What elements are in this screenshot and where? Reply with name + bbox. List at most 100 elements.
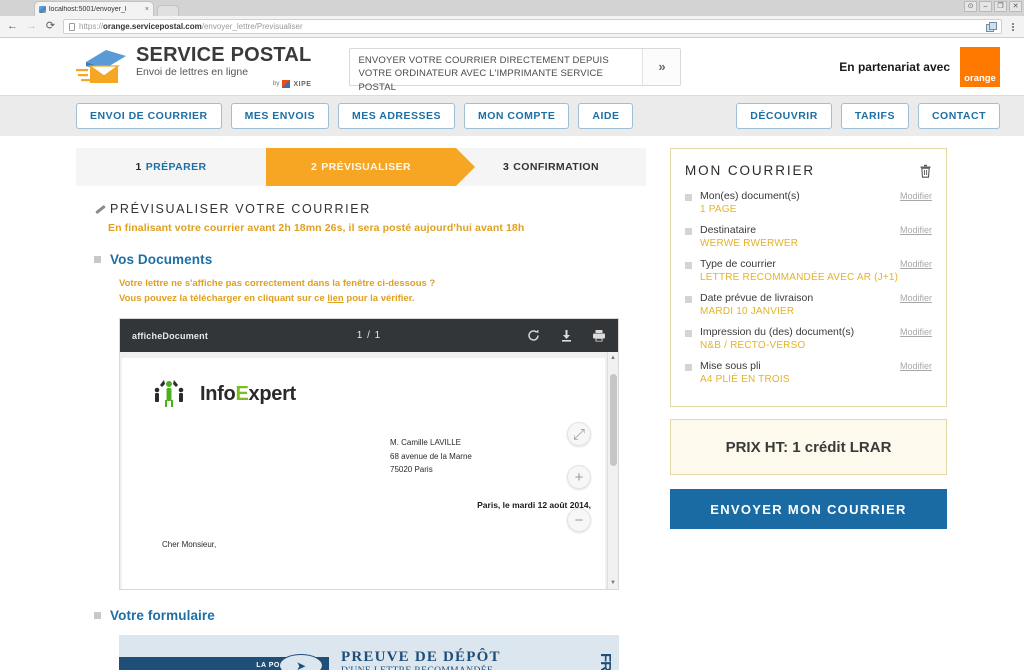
back-icon[interactable]: ← bbox=[6, 20, 19, 33]
secondary-navigation: DÉCOUVRIR TARIFS CONTACT bbox=[727, 103, 1000, 129]
item-value: WERWE RWERWER bbox=[700, 238, 799, 249]
summary-item-mise-sous-pli: Mise sous pli Modifier A4 PLIÉ EN TROIS bbox=[685, 360, 932, 385]
zoom-in-button[interactable]: + bbox=[567, 465, 591, 490]
page-title: PRÉVISUALISER VOTRE COURRIER bbox=[110, 202, 371, 216]
promo-next-icon[interactable]: » bbox=[642, 48, 681, 85]
main-navigation: ENVOI DE COURRIER MES ENVOIS MES ADRESSE… bbox=[0, 95, 1024, 136]
modify-date-livraison-link[interactable]: Modifier bbox=[900, 293, 932, 303]
profile-icon[interactable]: ⊙ bbox=[964, 1, 977, 12]
nav-envoi-de-courrier[interactable]: ENVOI DE COURRIER bbox=[76, 103, 222, 129]
documents-section-title: Vos Documents bbox=[110, 252, 213, 267]
promo-banner[interactable]: ENVOYER VOTRE COURRIER DIRECTEMENT DEPUI… bbox=[349, 47, 682, 93]
summary-item-destinataire: Destinataire Modifier WERWE RWERWER bbox=[685, 224, 932, 249]
site-logo[interactable]: SERVICE POSTAL Envoi de lettres en ligne… bbox=[76, 45, 311, 89]
logo-text: SERVICE POSTAL Envoi de lettres en ligne… bbox=[136, 45, 311, 89]
step-1-label: PRÉPARER bbox=[145, 161, 207, 173]
nav-mes-envois[interactable]: MES ENVOIS bbox=[230, 103, 329, 129]
scroll-down-icon[interactable]: ▼ bbox=[610, 580, 616, 586]
item-bullet-icon bbox=[685, 262, 692, 269]
forward-icon[interactable]: → bbox=[25, 20, 38, 33]
address-bar[interactable]: https://orange.servicepostal.com/envoyer… bbox=[63, 19, 1002, 34]
item-label: Date prévue de livraison bbox=[700, 292, 814, 304]
summary-item-impression: Impression du (des) document(s) Modifier… bbox=[685, 326, 932, 351]
download-icon[interactable] bbox=[559, 329, 573, 343]
orange-brand-text: orange bbox=[964, 72, 996, 84]
modify-documents-link[interactable]: Modifier bbox=[900, 191, 932, 201]
nav-mes-adresses[interactable]: MES ADRESSES bbox=[337, 103, 456, 129]
item-bullet-icon bbox=[685, 330, 692, 337]
nav-tarifs[interactable]: TARIFS bbox=[840, 103, 909, 129]
form-title: PREUVE DE DÉPÔT D'UNE LETTRE RECOMMANDÉE… bbox=[341, 649, 501, 670]
nav-aide[interactable]: AIDE bbox=[578, 103, 634, 129]
nav-contact[interactable]: CONTACT bbox=[917, 103, 1000, 129]
laposte-logo-icon: ➤ bbox=[279, 654, 323, 670]
nav-mon-compte[interactable]: MON COMPTE bbox=[464, 103, 570, 129]
pdf-toolbar: afficheDocument 1 / 1 bbox=[120, 319, 618, 353]
xipe-brand: XIPE bbox=[293, 80, 312, 88]
print-icon[interactable] bbox=[592, 329, 606, 343]
reload-icon[interactable]: ⟳ bbox=[44, 20, 57, 33]
partner-block: En partenariat avec orange bbox=[839, 46, 1000, 87]
page-info-icon[interactable] bbox=[69, 22, 75, 31]
browser-tab[interactable]: localhost:5001/envoyer_l × bbox=[34, 1, 154, 16]
item-bullet-icon bbox=[685, 296, 692, 303]
minimize-button[interactable]: – bbox=[979, 1, 992, 12]
item-label: Mon(es) document(s) bbox=[700, 190, 800, 202]
scrollbar-thumb[interactable] bbox=[610, 374, 617, 467]
modify-destinataire-link[interactable]: Modifier bbox=[900, 225, 932, 235]
tab-strip: localhost:5001/envoyer_l × ⊙ – ❐ ✕ bbox=[0, 0, 1024, 16]
trash-icon[interactable] bbox=[919, 164, 932, 178]
logo-title: SERVICE POSTAL bbox=[136, 43, 312, 66]
step-3-number: 3 bbox=[503, 161, 510, 173]
tab-close-icon[interactable]: × bbox=[145, 6, 149, 13]
step-2-previsualiser[interactable]: 2 PRÉVISUALISER bbox=[247, 148, 475, 186]
fit-page-icon[interactable]: ⤢ bbox=[567, 422, 591, 447]
step-3-confirmation[interactable]: 3 CONFIRMATION bbox=[456, 148, 646, 186]
browser-menu-icon[interactable] bbox=[1008, 22, 1018, 31]
page-title-row: PRÉVISUALISER VOTRE COURRIER bbox=[94, 202, 646, 216]
rotate-icon[interactable] bbox=[526, 329, 540, 343]
form-preview[interactable]: LA POSTE ➤ PREUVE DE DÉPÔT D'UNE LETTRE … bbox=[119, 635, 619, 670]
step-1-number: 1 bbox=[135, 161, 142, 173]
download-link[interactable]: lien bbox=[327, 293, 343, 304]
step-1-preparer[interactable]: 1 PRÉPARER bbox=[76, 148, 266, 186]
scroll-up-icon[interactable]: ▲ bbox=[610, 355, 616, 361]
step-2-label: PRÉVISUALISER bbox=[321, 161, 412, 173]
site-header: SERVICE POSTAL Envoi de lettres en ligne… bbox=[0, 38, 1024, 95]
nav-decouvrir[interactable]: DÉCOUVRIR bbox=[736, 103, 832, 129]
item-label: Mise sous pli bbox=[700, 360, 761, 372]
modify-impression-link[interactable]: Modifier bbox=[900, 327, 932, 337]
maximize-button[interactable]: ❐ bbox=[994, 1, 1007, 12]
page-content: SERVICE POSTAL Envoi de lettres en ligne… bbox=[0, 38, 1024, 670]
item-label: Destinataire bbox=[700, 224, 757, 236]
letter-salutation: Cher Monsieur, bbox=[162, 540, 217, 549]
form-section-header: Votre formulaire bbox=[94, 608, 646, 623]
copy-icon[interactable] bbox=[986, 21, 997, 32]
form-section-bullet-icon bbox=[94, 612, 101, 620]
deadline-timer-text: En finalisant votre courrier avant 2h 18… bbox=[108, 222, 525, 234]
form-title-line1: PREUVE DE DÉPÔT bbox=[341, 649, 501, 666]
main-panel: PRÉVISUALISER VOTRE COURRIER En finalisa… bbox=[76, 186, 646, 670]
zoom-out-button[interactable]: − bbox=[567, 508, 591, 533]
section-bullet-icon bbox=[94, 256, 101, 263]
modify-type-courrier-link[interactable]: Modifier bbox=[900, 259, 932, 269]
order-summary-panel: MON COURRIER Mon(es) document(s) Modifie… bbox=[670, 148, 947, 407]
infoexpert-wordmark: InfoExpert bbox=[200, 382, 296, 405]
item-label: Type de courrier bbox=[700, 258, 776, 270]
pdf-scrollbar[interactable]: ▲ ▼ bbox=[607, 352, 618, 590]
new-tab-button[interactable] bbox=[157, 5, 179, 16]
close-window-button[interactable]: ✕ bbox=[1009, 1, 1022, 12]
price-label: PRIX HT: 1 crédit LRAR bbox=[725, 438, 892, 456]
step-2-number: 2 bbox=[310, 161, 318, 173]
step-indicator: 1 PRÉPARER 2 PRÉVISUALISER 3 CONFIRMATIO… bbox=[76, 148, 646, 186]
summary-header: MON COURRIER bbox=[685, 163, 932, 178]
step-3-label: CONFIRMATION bbox=[513, 161, 599, 173]
summary-item-documents: Mon(es) document(s) Modifier 1 PAGE bbox=[685, 190, 932, 215]
tab-title: localhost:5001/envoyer_l bbox=[49, 5, 127, 13]
page-body: 1 PRÉPARER 2 PRÉVISUALISER 3 CONFIRMATIO… bbox=[0, 136, 1024, 670]
item-value: LETTRE RECOMMANDÉE AVEC AR (J+1) bbox=[700, 272, 899, 283]
send-mail-button[interactable]: ENVOYER MON COURRIER bbox=[670, 489, 947, 529]
browser-toolbar: ← → ⟳ https://orange.servicepostal.com/e… bbox=[0, 16, 1024, 38]
warning-line-1: Votre lettre ne s'affiche pas correcteme… bbox=[119, 278, 436, 289]
modify-mise-sous-pli-link[interactable]: Modifier bbox=[900, 361, 932, 371]
